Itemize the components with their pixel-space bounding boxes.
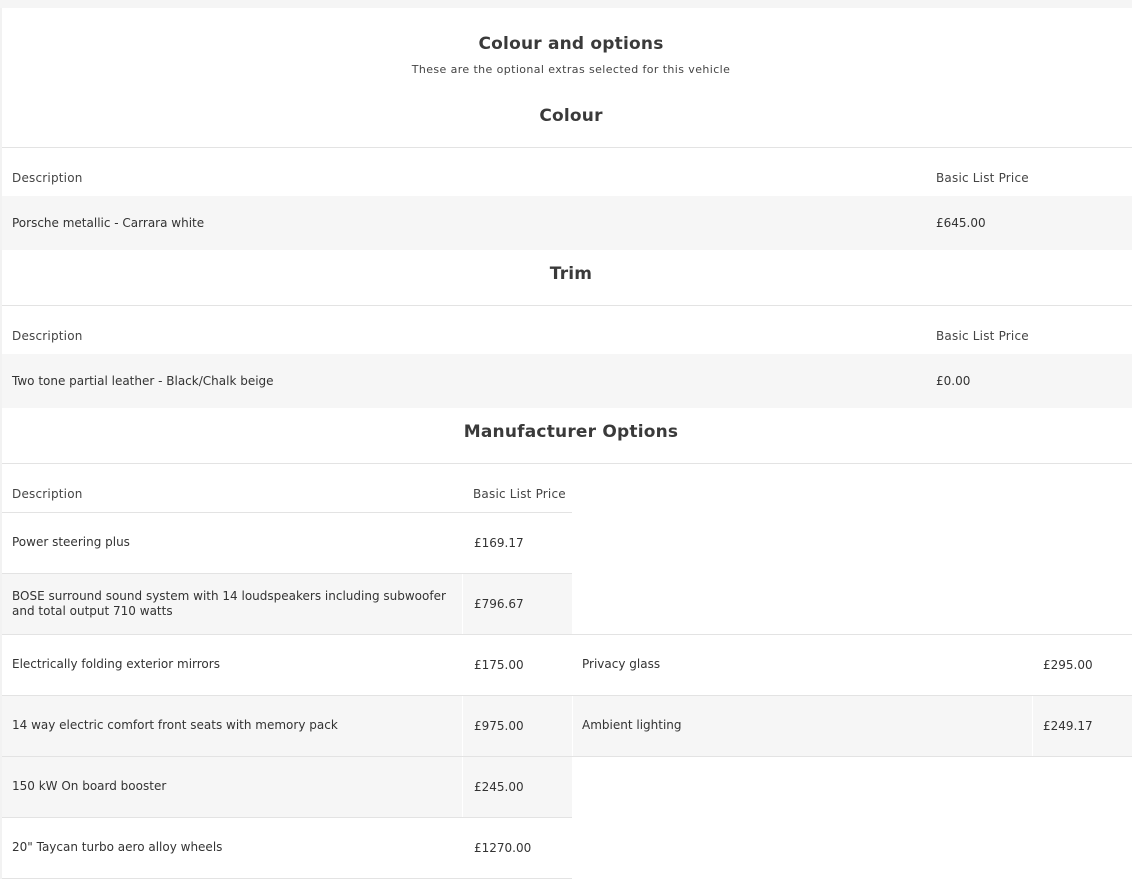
column-divider bbox=[462, 757, 463, 817]
options-col-description: Description bbox=[12, 487, 83, 501]
option-description: BOSE surround sound system with 14 louds… bbox=[12, 589, 446, 618]
option-price: £245.00 bbox=[474, 780, 524, 794]
column-divider bbox=[462, 574, 463, 634]
option-description: Privacy glass bbox=[582, 657, 661, 671]
colour-col-price: Basic List Price bbox=[936, 171, 1029, 185]
option-price: £295.00 bbox=[1043, 658, 1093, 672]
column-divider bbox=[1032, 696, 1033, 756]
section-title-colour: Colour bbox=[539, 106, 603, 126]
colour-description: Porsche metallic - Carrara white bbox=[12, 216, 205, 230]
column-divider bbox=[572, 696, 573, 756]
top-band bbox=[0, 0, 1132, 8]
trim-col-description: Description bbox=[12, 329, 83, 343]
page-subtitle: These are the optional extras selected f… bbox=[411, 63, 731, 76]
options-col-price: Basic List Price bbox=[473, 487, 566, 501]
divider bbox=[2, 305, 1132, 306]
colour-price: £645.00 bbox=[936, 216, 986, 230]
option-description: Ambient lighting bbox=[582, 718, 682, 732]
section-title-trim: Trim bbox=[549, 264, 593, 284]
option-price: £175.00 bbox=[474, 658, 524, 672]
trim-col-price: Basic List Price bbox=[936, 329, 1029, 343]
trim-price: £0.00 bbox=[936, 374, 971, 388]
section-title-manufacturer-options: Manufacturer Options bbox=[463, 422, 679, 442]
divider bbox=[2, 147, 1132, 148]
colour-col-description: Description bbox=[12, 171, 83, 185]
divider bbox=[2, 463, 1132, 464]
column-divider bbox=[462, 696, 463, 756]
option-price: £249.17 bbox=[1043, 719, 1093, 733]
option-price: £796.67 bbox=[474, 597, 524, 611]
option-price: £1270.00 bbox=[474, 841, 532, 855]
option-description: 150 kW On board booster bbox=[12, 779, 167, 793]
row-divider bbox=[2, 512, 572, 513]
row-divider bbox=[2, 634, 1132, 635]
option-description: 14 way electric comfort front seats with… bbox=[12, 718, 338, 732]
option-description: Power steering plus bbox=[12, 535, 130, 549]
option-description: 20" Taycan turbo aero alloy wheels bbox=[12, 840, 223, 854]
option-price: £169.17 bbox=[474, 536, 524, 550]
row-divider bbox=[2, 817, 572, 818]
option-price: £975.00 bbox=[474, 719, 524, 733]
page-title: Colour and options bbox=[478, 34, 664, 54]
option-description: Electrically folding exterior mirrors bbox=[12, 657, 220, 671]
trim-description: Two tone partial leather - Black/Chalk b… bbox=[12, 374, 274, 388]
